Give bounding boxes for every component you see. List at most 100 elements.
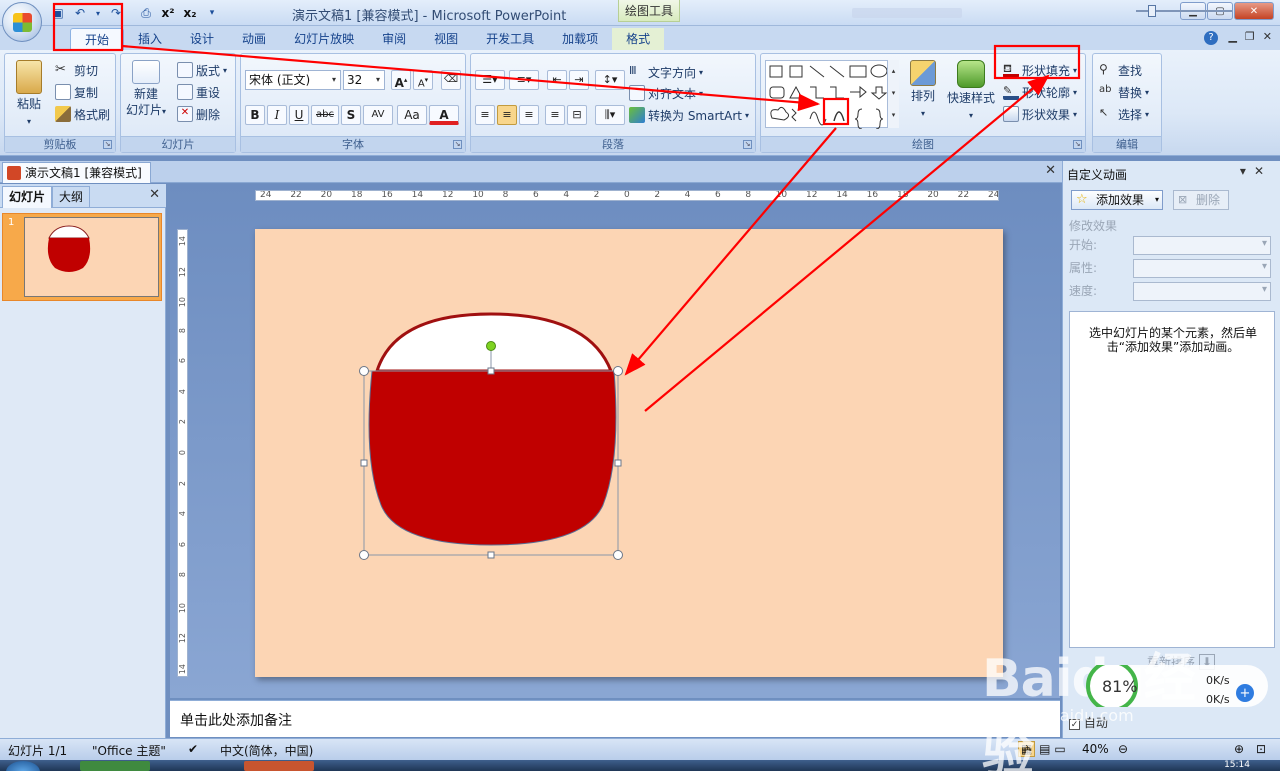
clear-format-button[interactable]: ⌫ bbox=[441, 70, 461, 90]
decrease-indent-button[interactable]: ⇤ bbox=[547, 70, 567, 90]
anim-pane-close-icon[interactable]: ✕ bbox=[1254, 164, 1272, 178]
slide-canvas[interactable] bbox=[255, 229, 1003, 677]
superscript-icon[interactable]: x² bbox=[160, 5, 176, 21]
distributed-button[interactable]: ⊟ bbox=[567, 105, 587, 125]
find-button[interactable]: ⚲ 查找 bbox=[1099, 60, 1142, 80]
fit-slide-icon[interactable]: ⊡ bbox=[1256, 742, 1266, 756]
align-text-button[interactable]: 对齐文本 ▾ bbox=[629, 83, 703, 103]
shrink-font-button[interactable]: A▾ bbox=[413, 70, 433, 90]
tab-review[interactable]: 审阅 bbox=[368, 28, 420, 50]
customize-qat-icon[interactable]: ▾ bbox=[204, 5, 220, 21]
layout-button[interactable]: 版式 ▾ bbox=[177, 60, 227, 80]
text-direction-button[interactable]: Ⅲ 文字方向 ▾ bbox=[629, 62, 703, 82]
down-arrow-shape bbox=[870, 86, 888, 100]
strikethrough-button[interactable]: abc bbox=[311, 105, 339, 125]
speed-up: 0K/s bbox=[1206, 674, 1230, 687]
undo-dropdown-icon[interactable]: ▾ bbox=[94, 5, 102, 21]
add-effect-button[interactable]: ☆ 添加效果 ▾ bbox=[1071, 190, 1163, 210]
taskbar-app-1[interactable] bbox=[80, 761, 150, 771]
doc-tab-close-icon[interactable]: ✕ bbox=[1045, 163, 1056, 178]
start-combo[interactable] bbox=[1133, 236, 1271, 255]
shapes-gallery[interactable] bbox=[765, 60, 899, 130]
tab-slides-thumbnails[interactable]: 幻灯片 bbox=[2, 186, 53, 208]
align-right-button[interactable]: ≡ bbox=[519, 105, 539, 125]
property-combo[interactable] bbox=[1133, 259, 1271, 278]
tab-home[interactable]: 开始 bbox=[70, 28, 125, 50]
undo-icon[interactable]: ↶ bbox=[72, 5, 88, 21]
tab-format[interactable]: 格式 bbox=[612, 28, 665, 50]
arrange-button[interactable]: 排列 ▾ bbox=[905, 60, 941, 122]
print-preview-icon[interactable]: ⎙ bbox=[138, 5, 154, 21]
replace-button[interactable]: ab 替换 ▾ bbox=[1099, 82, 1149, 102]
tab-outline[interactable]: 大纲 bbox=[52, 186, 91, 208]
spellcheck-icon[interactable]: ✔ bbox=[188, 742, 198, 756]
tab-design[interactable]: 设计 bbox=[176, 28, 228, 50]
close-button[interactable]: ✕ bbox=[1234, 2, 1274, 20]
text-shadow-button[interactable]: S bbox=[341, 105, 361, 125]
grow-font-button[interactable]: A▴ bbox=[391, 70, 411, 90]
copy-button[interactable]: 复制 bbox=[55, 82, 98, 102]
taskbar-app-powerpoint[interactable] bbox=[244, 761, 314, 771]
doc-restore-icon[interactable]: ❐ bbox=[1245, 30, 1255, 43]
doc-close-icon[interactable]: ✕ bbox=[1263, 30, 1272, 43]
delete-effect-button[interactable]: ⊠ 删除 bbox=[1173, 190, 1229, 210]
document-tab[interactable]: 演示文稿1 [兼容模式] bbox=[2, 162, 151, 183]
font-color-button[interactable]: A bbox=[429, 105, 459, 125]
columns-button[interactable]: ⫼▾ bbox=[595, 105, 625, 125]
select-button[interactable]: ↖ 选择 ▾ bbox=[1099, 104, 1149, 124]
shape-effects-button[interactable]: 形状效果 ▾ bbox=[1003, 104, 1077, 124]
font-size-combo[interactable]: 32 ▾ bbox=[343, 70, 385, 90]
zoom-in-icon[interactable]: ⊕ bbox=[1234, 742, 1244, 756]
italic-button[interactable]: I bbox=[267, 105, 287, 125]
speed-combo[interactable] bbox=[1133, 282, 1271, 301]
office-button[interactable] bbox=[2, 2, 42, 42]
animation-list[interactable]: 选中幻灯片的某个元素，然后单击“添加效果”添加动画。 bbox=[1069, 311, 1275, 648]
font-launcher-icon[interactable]: ↘ bbox=[453, 140, 462, 149]
align-center-button[interactable]: ≡ bbox=[497, 105, 517, 125]
notes-pane[interactable]: 单击此处添加备注 bbox=[170, 700, 1060, 737]
redo-icon[interactable]: ↷ bbox=[108, 5, 124, 21]
help-icon[interactable]: ? bbox=[1204, 31, 1218, 45]
font-name-combo[interactable]: 宋体 (正文) ▾ bbox=[245, 70, 341, 90]
align-left-button[interactable]: ≡ bbox=[475, 105, 495, 125]
shapes-gallery-scroll[interactable]: ▴ ▾ ▾ bbox=[887, 60, 899, 128]
clipboard-launcher-icon[interactable]: ↘ bbox=[103, 140, 112, 149]
new-slide-button[interactable]: 新建 幻灯片▾ bbox=[123, 60, 169, 120]
drawing-launcher-icon[interactable]: ↘ bbox=[1073, 140, 1082, 149]
increase-indent-button[interactable]: ⇥ bbox=[569, 70, 589, 90]
character-spacing-button[interactable]: AV bbox=[363, 105, 393, 125]
slide-thumbnail-selected[interactable]: 1 bbox=[2, 213, 162, 301]
slides-pane-close-icon[interactable]: ✕ bbox=[149, 187, 160, 202]
start-button[interactable] bbox=[6, 761, 40, 771]
justify-button[interactable]: ≡ bbox=[545, 105, 565, 125]
change-case-button[interactable]: Aa bbox=[397, 105, 427, 125]
paragraph-launcher-icon[interactable]: ↘ bbox=[743, 140, 752, 149]
reset-button[interactable]: 重设 bbox=[177, 82, 220, 102]
convert-smartart-button[interactable]: 转换为 SmartArt ▾ bbox=[629, 105, 749, 125]
tab-insert[interactable]: 插入 bbox=[124, 28, 176, 50]
format-painter-button[interactable]: 格式刷 bbox=[55, 104, 110, 124]
underline-button[interactable]: U bbox=[289, 105, 309, 125]
cut-button[interactable]: ✂ 剪切 bbox=[55, 60, 98, 80]
shape-outline-button[interactable]: ✎ 形状轮廓 ▾ bbox=[1003, 82, 1077, 102]
bullets-button[interactable]: ☰▾ bbox=[475, 70, 505, 90]
zoom-slider-thumb[interactable] bbox=[1148, 5, 1156, 17]
tab-view[interactable]: 视图 bbox=[420, 28, 472, 50]
numbering-button[interactable]: ≡▾ bbox=[509, 70, 539, 90]
tab-slideshow[interactable]: 幻灯片放映 bbox=[280, 28, 368, 50]
line-spacing-button[interactable]: ↕▾ bbox=[595, 70, 625, 90]
paste-button[interactable]: 粘贴 ▾ bbox=[9, 60, 49, 130]
anim-pane-dropdown-icon[interactable]: ▾ bbox=[1240, 164, 1254, 178]
save-icon[interactable]: ▣ bbox=[50, 5, 66, 21]
shape-red-body[interactable] bbox=[368, 370, 617, 546]
quick-styles-button[interactable]: 快速样式 ▾ bbox=[945, 60, 997, 124]
tab-developer[interactable]: 开发工具 bbox=[472, 28, 548, 50]
shape-fill-button[interactable]: ⛾ 形状填充 ▾ bbox=[1003, 60, 1077, 80]
subscript-icon[interactable]: x₂ bbox=[182, 5, 198, 21]
delete-slide-button[interactable]: ✕ 删除 bbox=[177, 104, 220, 124]
doc-minimize-icon[interactable]: ▁ bbox=[1228, 30, 1236, 43]
tab-animations[interactable]: 动画 bbox=[228, 28, 280, 50]
tab-addins[interactable]: 加载项 bbox=[548, 28, 612, 50]
bold-button[interactable]: B bbox=[245, 105, 265, 125]
rotate-handle[interactable] bbox=[486, 341, 496, 351]
